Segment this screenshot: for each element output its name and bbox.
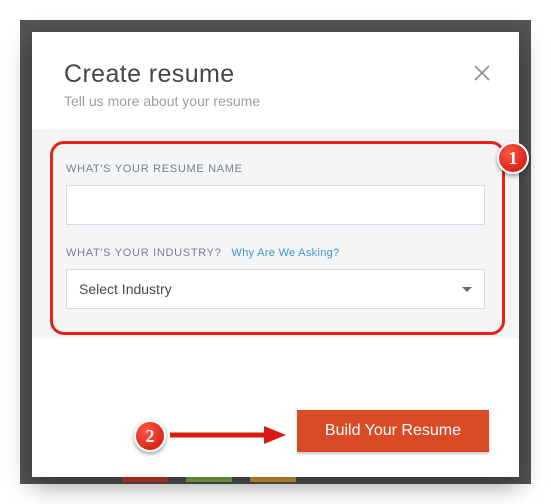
why-asking-link[interactable]: Why Are We Asking? — [232, 247, 340, 259]
modal-subtitle: Tell us more about your resume — [64, 93, 487, 109]
annotation-badge-2: 2 — [134, 420, 166, 452]
annotation-arrow — [168, 426, 286, 444]
modal-title: Create resume — [64, 60, 487, 89]
resume-name-label: WHAT'S YOUR RESUME NAME — [66, 163, 243, 175]
modal-header: Create resume Tell us more about your re… — [32, 32, 519, 123]
industry-field: WHAT'S YOUR INDUSTRY? Why Are We Asking?… — [66, 247, 485, 309]
close-icon — [473, 64, 491, 82]
industry-label: WHAT'S YOUR INDUSTRY? — [66, 247, 222, 259]
industry-selected-value: Select Industry — [79, 281, 172, 297]
chevron-down-icon — [462, 287, 472, 292]
industry-select[interactable]: Select Industry — [66, 269, 485, 309]
annotation-badge-1: 1 — [497, 142, 529, 174]
resume-name-field: WHAT'S YOUR RESUME NAME — [66, 163, 485, 225]
backdrop: Create resume Tell us more about your re… — [20, 20, 531, 484]
close-button[interactable] — [473, 64, 491, 82]
form-panel: WHAT'S YOUR RESUME NAME WHAT'S YOUR INDU… — [32, 129, 519, 339]
create-resume-modal: Create resume Tell us more about your re… — [32, 32, 519, 477]
resume-name-input[interactable] — [66, 185, 485, 225]
build-resume-button[interactable]: Build Your Resume — [297, 410, 489, 452]
